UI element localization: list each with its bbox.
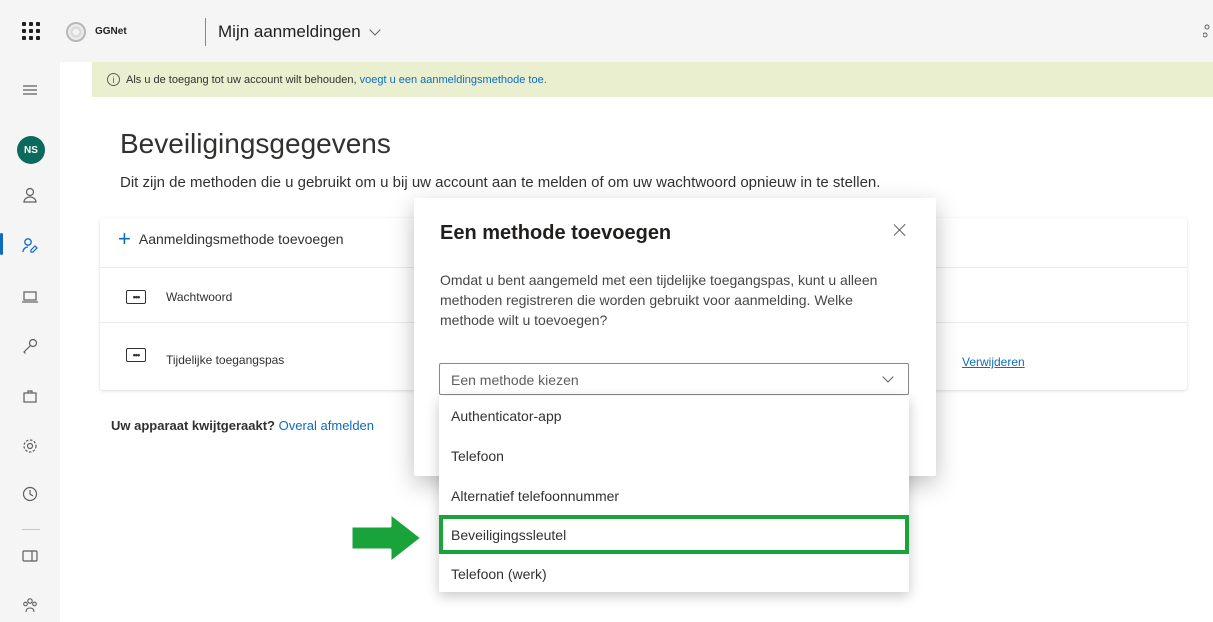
header-divider	[205, 18, 206, 46]
page-title: Beveiligingsgegevens	[120, 128, 391, 159]
arrow-right-icon	[349, 511, 424, 565]
org-name: GGNet	[95, 26, 127, 37]
key-icon[interactable]	[15, 331, 45, 361]
chevron-down-icon	[369, 23, 381, 36]
avatar[interactable]: NS	[17, 136, 45, 164]
method-label: Wachtwoord	[166, 290, 233, 304]
add-method-button[interactable]: + Aanmeldingsmethode toevoegen	[118, 226, 344, 251]
gear-icon[interactable]	[15, 431, 45, 461]
laptop-icon[interactable]	[15, 282, 45, 312]
option-telefoon-werk[interactable]: Telefoon (werk)	[439, 554, 909, 593]
history-icon[interactable]	[15, 479, 45, 509]
briefcase-icon[interactable]	[15, 381, 45, 411]
option-alternatief-telefoonnummer[interactable]: Alternatief telefoonnummer	[439, 476, 909, 515]
option-authenticator-app[interactable]: Authenticator-app	[439, 396, 909, 435]
person-icon[interactable]	[15, 180, 45, 210]
lost-device: Uw apparaat kwijtgeraakt? Overal afmelde…	[111, 418, 374, 433]
people-icon[interactable]	[15, 590, 45, 620]
rail-divider	[22, 529, 40, 530]
banner-link[interactable]: voegt u een aanmeldingsmethode toe.	[360, 74, 547, 86]
chevron-down-icon	[882, 371, 894, 383]
top-bar: GGNet Mijn aanmeldingen	[0, 0, 1213, 62]
method-dropdown: Authenticator-app Telefoon Alternatief t…	[439, 396, 909, 592]
password-icon: •••	[126, 290, 146, 304]
banner-text: Als u de toegang tot uw account wilt beh…	[126, 73, 360, 86]
method-select[interactable]: Een methode kiezen	[439, 363, 909, 395]
menu-icon[interactable]	[15, 75, 45, 105]
select-placeholder: Een methode kiezen	[451, 372, 579, 388]
org-logo-icon	[66, 22, 86, 42]
method-label: Tijdelijke toegangspas	[166, 353, 285, 367]
close-icon[interactable]	[892, 222, 908, 238]
dialog-title: Een methode toevoegen	[440, 222, 672, 244]
option-beveiligingssleutel[interactable]: Beveiligingssleutel	[439, 515, 909, 554]
security-info-icon[interactable]	[15, 230, 45, 260]
active-indicator	[0, 233, 3, 255]
sign-out-everywhere-link[interactable]: Overal afmelden	[279, 418, 374, 433]
option-telefoon[interactable]: Telefoon	[439, 436, 909, 475]
add-method-label: Aanmeldingsmethode toevoegen	[138, 231, 344, 247]
temporary-pass-icon: •••	[126, 348, 146, 362]
page-subtitle: Dit zijn de methoden die u gebruikt om u…	[120, 174, 881, 191]
dialog-body: Omdat u bent aangemeld met een tijdelijk…	[440, 272, 878, 328]
remove-link[interactable]: Verwijderen	[962, 355, 1025, 369]
plus-icon: +	[118, 226, 131, 251]
org-switch-icon[interactable]	[1202, 24, 1211, 38]
info-banner: i Als u de toegang tot uw account wilt b…	[92, 62, 1213, 97]
device-icon[interactable]	[15, 541, 45, 571]
lost-device-text: Uw apparaat kwijtgeraakt?	[111, 418, 275, 433]
app-title-menu[interactable]: Mijn aanmeldingen	[218, 22, 381, 42]
info-icon: i	[107, 73, 120, 86]
app-title: Mijn aanmeldingen	[218, 22, 361, 41]
app-launcher-icon[interactable]	[22, 22, 40, 40]
